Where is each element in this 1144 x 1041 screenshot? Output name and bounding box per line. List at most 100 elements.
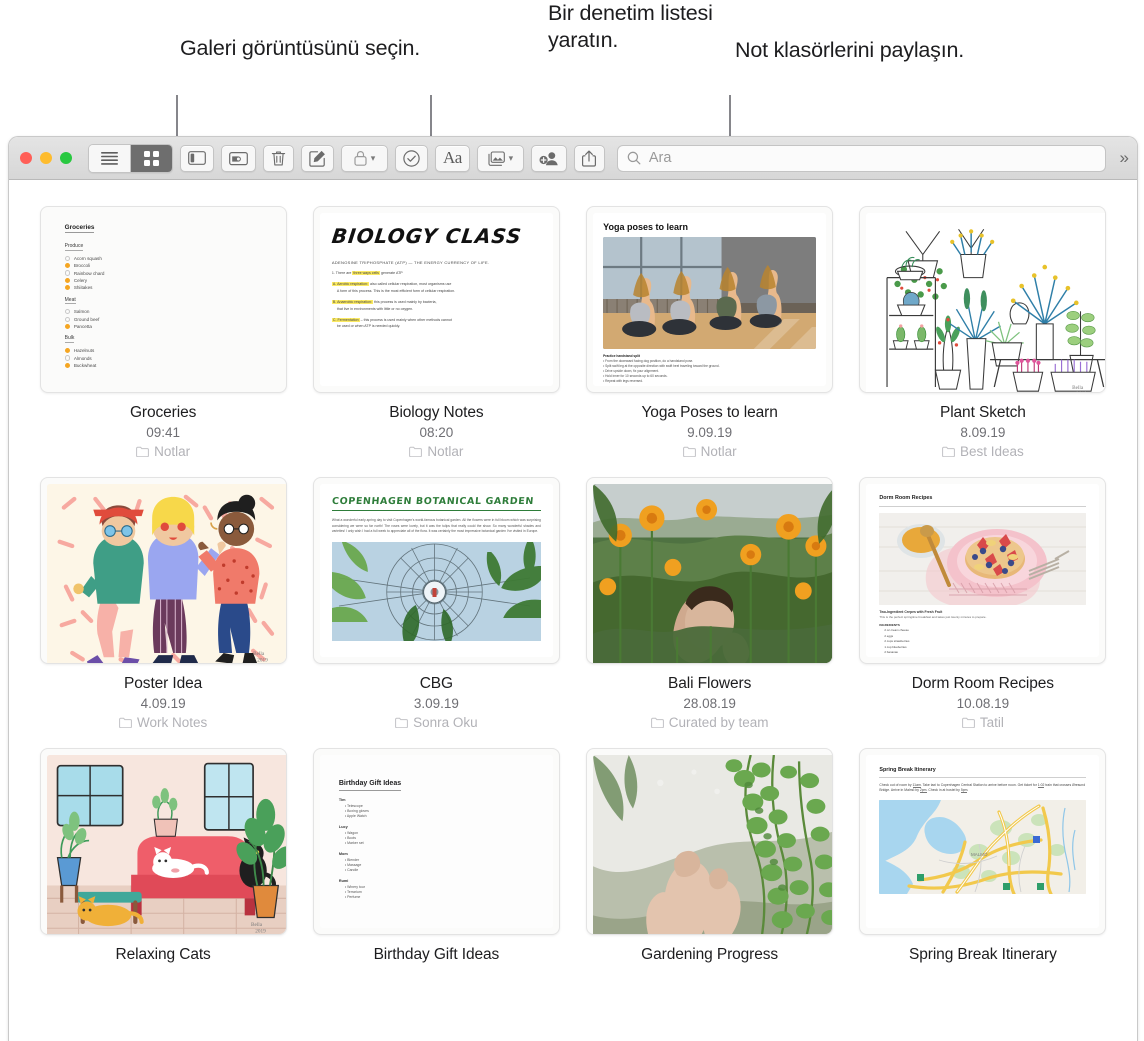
note-thumbnail[interactable]: Bella2019 — [859, 206, 1107, 393]
delete-button[interactable] — [263, 144, 294, 172]
lock-button[interactable]: ▾ — [341, 144, 388, 172]
checkbox[interactable] — [64, 362, 70, 369]
checkbox[interactable] — [64, 348, 70, 354]
note-thumbnail[interactable] — [586, 748, 834, 935]
note-card-relaxing-cats[interactable]: Bella 2019 Relaxing Cats — [31, 748, 295, 964]
note-card-birthday-gift-ideas[interactable]: Birthday Gift Ideas Tim • Telescope • Bo… — [304, 748, 568, 964]
note-card-bali-flowers[interactable]: Bali Flowers 28.08.19 Curated by team — [578, 477, 842, 730]
aa-icon: Aa — [443, 148, 462, 167]
search-input[interactable]: Ara — [649, 150, 672, 166]
note-thumbnail[interactable]: Birthday Gift Ideas Tim • Telescope • Bo… — [312, 748, 560, 935]
note-thumbnail[interactable]: Bella2019 — [39, 748, 287, 935]
chevron-down-icon: ▾ — [370, 152, 376, 163]
biology-line: C. Fermentation – this process is used m… — [331, 317, 452, 322]
checkbox[interactable] — [64, 309, 70, 315]
note-folder: Work Notes — [119, 715, 207, 730]
note-title: Biology Notes — [389, 404, 484, 421]
note-thumbnail[interactable]: COPENHAGEN BOTANICAL GARDEN What a wonde… — [312, 477, 560, 664]
svg-text:Bella: Bella — [251, 922, 263, 928]
checkbox[interactable] — [64, 324, 70, 330]
note-thumbnail[interactable]: Bella2019 — [39, 477, 287, 664]
folders-icon — [229, 151, 248, 165]
toolbar-overflow-button[interactable]: » — [1120, 148, 1130, 168]
note-folder: Notlar — [682, 444, 737, 459]
dorm-ingredients-heading: INGREDIENTS — [879, 623, 900, 628]
note-thumbnail[interactable]: Dorm Room Recipes Two-Ingredient Crepes … — [859, 477, 1107, 664]
notes-gallery: Groceries Produce Acorn squash Broccoli … — [9, 180, 1137, 982]
note-thumbnail[interactable]: BIOLOGY CLASS ADENOSINE TRIPHOSPHATE (AT… — [312, 206, 560, 393]
note-card-biology-notes[interactable]: BIOLOGY CLASS ADENOSINE TRIPHOSPHATE (AT… — [304, 206, 568, 459]
note-date: 28.08.19 — [683, 696, 736, 711]
note-card-yoga-poses[interactable]: Yoga poses to learn Practice handstand s… — [578, 206, 842, 459]
note-folder: Curated by team — [650, 715, 769, 730]
plant-sketch-art: Bella2019 — [866, 213, 1106, 392]
zoom-button[interactable] — [60, 152, 72, 164]
note-card-dorm-room-recipes[interactable]: Dorm Room Recipes Two-Ingredient Crepes … — [851, 477, 1115, 730]
checkbox[interactable] — [64, 277, 70, 284]
cbg-photo — [331, 541, 541, 641]
folder-view-button[interactable] — [221, 144, 256, 172]
checkbox[interactable] — [64, 285, 70, 291]
media-button[interactable]: ▾ — [476, 144, 524, 172]
note-title: Birthday Gift Ideas — [373, 946, 500, 963]
biology-line: A. Aerobic respiration: also called cell… — [331, 282, 452, 287]
note-folder-label: Curated by team — [668, 715, 769, 730]
window-controls — [20, 152, 72, 164]
note-thumbnail[interactable]: Spring Break Itinerary Check out of room… — [859, 748, 1107, 935]
yoga-caption: Practice handstand split • From the down… — [603, 354, 720, 383]
folder-icon — [650, 717, 664, 728]
checkbox[interactable] — [64, 316, 70, 322]
note-thumbnail[interactable]: Groceries Produce Acorn squash Broccoli … — [39, 206, 287, 393]
note-card-plant-sketch[interactable]: Bella2019 Plant Sketch 8.09.19 Best Idea… — [851, 206, 1115, 459]
search-field[interactable]: Ara — [616, 144, 1106, 172]
note-title: Dorm Room Recipes — [911, 675, 1054, 692]
note-card-cbg[interactable]: COPENHAGEN BOTANICAL GARDEN What a wonde… — [304, 477, 568, 730]
birthday-group: Tim • Telescope • Boxing gloves • Apple … — [338, 798, 369, 819]
lock-icon — [354, 151, 367, 166]
share-button[interactable] — [573, 144, 605, 172]
checklist-button[interactable] — [395, 144, 428, 172]
callout-checklist: Bir denetim listesi yaratın. — [548, 1, 713, 52]
spring-body: Check out of room by 11am. Take taxi to … — [879, 782, 1086, 794]
note-folder-label: Sonra Oku — [413, 715, 478, 730]
checkbox[interactable] — [64, 255, 70, 261]
note-thumbnail[interactable]: Yoga poses to learn Practice handstand s… — [586, 206, 834, 393]
note-folder: Sonra Oku — [395, 715, 478, 730]
view-mode-segmented-control[interactable] — [88, 143, 173, 173]
callout-leader-line-1 — [176, 95, 178, 137]
add-people-button[interactable] — [530, 144, 567, 172]
close-button[interactable] — [20, 152, 32, 164]
yoga-photo — [603, 237, 817, 349]
checkbox[interactable] — [64, 263, 70, 269]
photo-icon — [488, 150, 505, 166]
folder-icon — [942, 446, 955, 457]
gallery-view-button[interactable] — [130, 144, 172, 172]
compose-icon — [309, 150, 325, 167]
note-folder-label: Notlar — [427, 444, 464, 459]
note-card-gardening-progress[interactable]: Gardening Progress — [578, 748, 842, 964]
list-icon — [101, 151, 118, 165]
format-button[interactable]: Aa — [435, 144, 470, 172]
note-card-spring-break-itinerary[interactable]: Spring Break Itinerary Check out of room… — [851, 748, 1115, 964]
search-icon — [627, 151, 641, 165]
note-date: 8.09.19 — [960, 425, 1006, 440]
groceries-section: Produce Acorn squash Broccoli Rainbow ch… — [64, 243, 105, 291]
note-card-groceries[interactable]: Groceries Produce Acorn squash Broccoli … — [31, 206, 295, 459]
poster-idea-art: Bella 2019 — [46, 484, 286, 663]
note-card-poster-idea[interactable]: Bella 2019 Poster Idea 4.09.19 Work Notes — [31, 477, 295, 730]
sidebar-toggle-button[interactable] — [180, 144, 214, 172]
svg-text:2019: 2019 — [257, 657, 268, 663]
callout-share-folder: Not klasörlerini paylaşın. — [735, 38, 965, 62]
minimize-button[interactable] — [40, 152, 52, 164]
checkbox[interactable] — [64, 355, 70, 361]
dorm-title: Dorm Room Recipes — [879, 495, 933, 501]
compose-button[interactable] — [301, 144, 334, 172]
chevron-down-icon: ▾ — [508, 152, 514, 163]
checkbox[interactable] — [64, 270, 70, 276]
note-title: Gardening Progress — [641, 946, 779, 963]
note-title: Poster Idea — [124, 675, 203, 692]
list-view-button[interactable] — [89, 144, 130, 172]
dorm-ingredient: 2 eggs — [884, 633, 894, 638]
note-thumbnail[interactable] — [586, 477, 834, 664]
folder-icon — [409, 446, 423, 457]
